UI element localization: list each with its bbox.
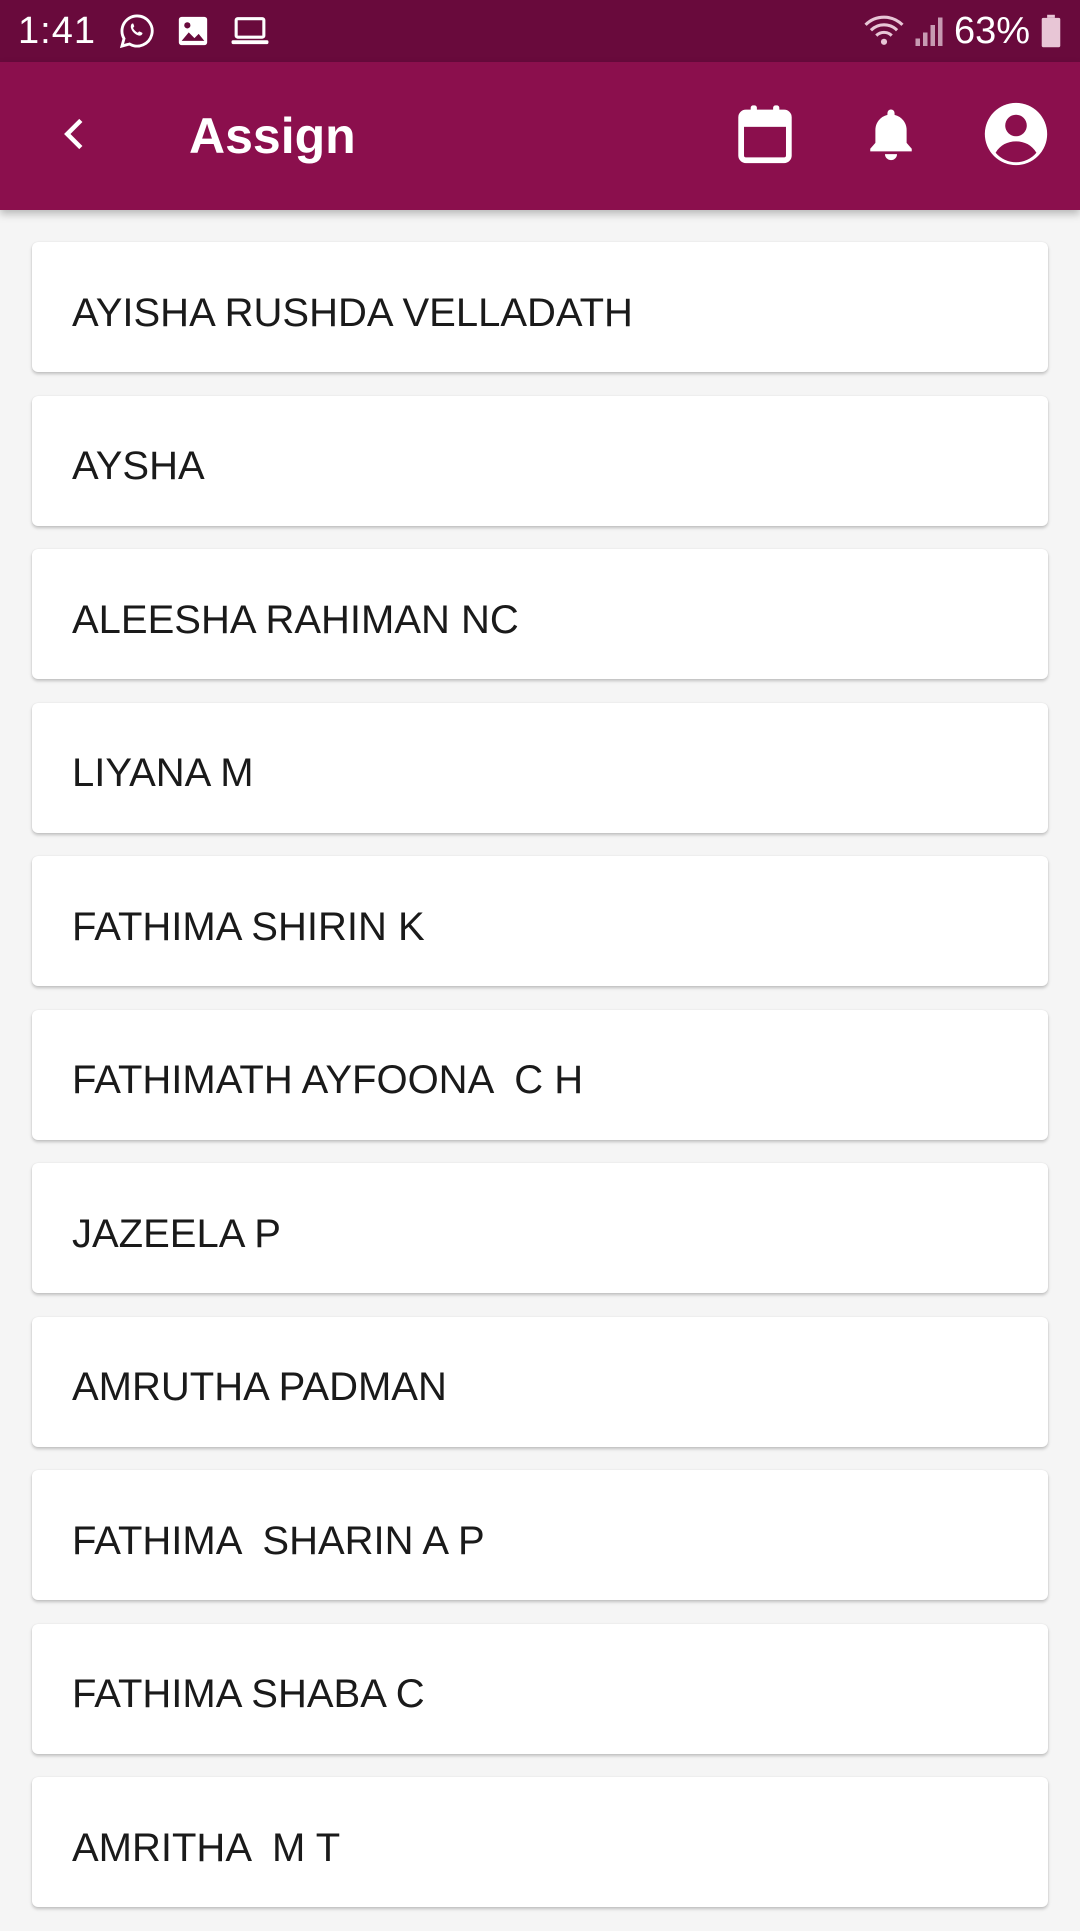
student-name: FATHIMATH AYFOONA C H <box>72 1058 584 1102</box>
list-item[interactable]: LIYANA M <box>32 702 1048 833</box>
list-item[interactable]: AYSHA <box>32 395 1048 526</box>
student-list: AYISHA RUSHDA VELLADATH AYSHA ALEESHA RA… <box>32 242 1048 1931</box>
list-item[interactable]: FATHIMA SHABA C <box>32 1623 1048 1754</box>
student-name: AYSHA <box>72 444 205 488</box>
list-item[interactable]: JAZEELA P <box>32 1163 1048 1293</box>
status-time: 1:41 <box>18 9 96 52</box>
student-name: AYISHA RUSHDA VELLADATH <box>72 290 633 335</box>
gallery-icon <box>176 14 210 48</box>
laptop-icon <box>230 14 270 48</box>
list-item[interactable]: AYISHA RUSHDA VELLADATH <box>32 242 1048 372</box>
whatsapp-icon <box>118 12 156 50</box>
status-right-group: 63% <box>864 10 1062 53</box>
list-item[interactable]: AMRUTHA PADMAN <box>32 1316 1048 1447</box>
student-name: LIYANA M <box>72 751 254 795</box>
page-title: Assign <box>189 108 356 164</box>
notifications-button[interactable] <box>851 96 931 176</box>
student-name: JAZEELA P <box>72 1211 281 1256</box>
list-item[interactable]: ALEESHA RAHIMAN NC <box>32 549 1048 679</box>
app-bar: Assign <box>0 62 1080 210</box>
list-item[interactable]: FATHIMATH AYFOONA C H <box>32 1009 1048 1140</box>
list-item[interactable]: AMRITHA M T <box>32 1777 1048 1907</box>
wifi-icon <box>864 14 904 48</box>
student-name: FATHIMA SHABA C <box>72 1672 425 1716</box>
signal-icon <box>914 14 944 48</box>
calendar-button[interactable] <box>725 96 805 176</box>
list-item[interactable]: FATHIMA SHARIN A P <box>32 1470 1048 1600</box>
calendar-icon <box>736 103 794 170</box>
student-name: AMRUTHA PADMAN <box>72 1365 447 1409</box>
status-bar: 1:41 63% <box>0 0 1080 62</box>
bell-icon <box>866 105 916 168</box>
list-item[interactable]: FATHIMA SHIRIN K <box>32 856 1048 986</box>
back-icon <box>56 116 92 157</box>
account-button[interactable] <box>976 96 1056 176</box>
student-name: FATHIMA SHIRIN K <box>72 904 425 949</box>
student-name: AMRITHA M T <box>72 1825 341 1870</box>
status-left-group: 1:41 <box>18 10 270 53</box>
student-name: ALEESHA RAHIMAN NC <box>72 597 519 642</box>
account-icon <box>982 100 1050 173</box>
battery-icon <box>1040 14 1062 48</box>
student-name: FATHIMA SHARIN A P <box>72 1518 485 1563</box>
battery-percent: 63% <box>953 9 1030 52</box>
back-button[interactable] <box>40 102 108 170</box>
